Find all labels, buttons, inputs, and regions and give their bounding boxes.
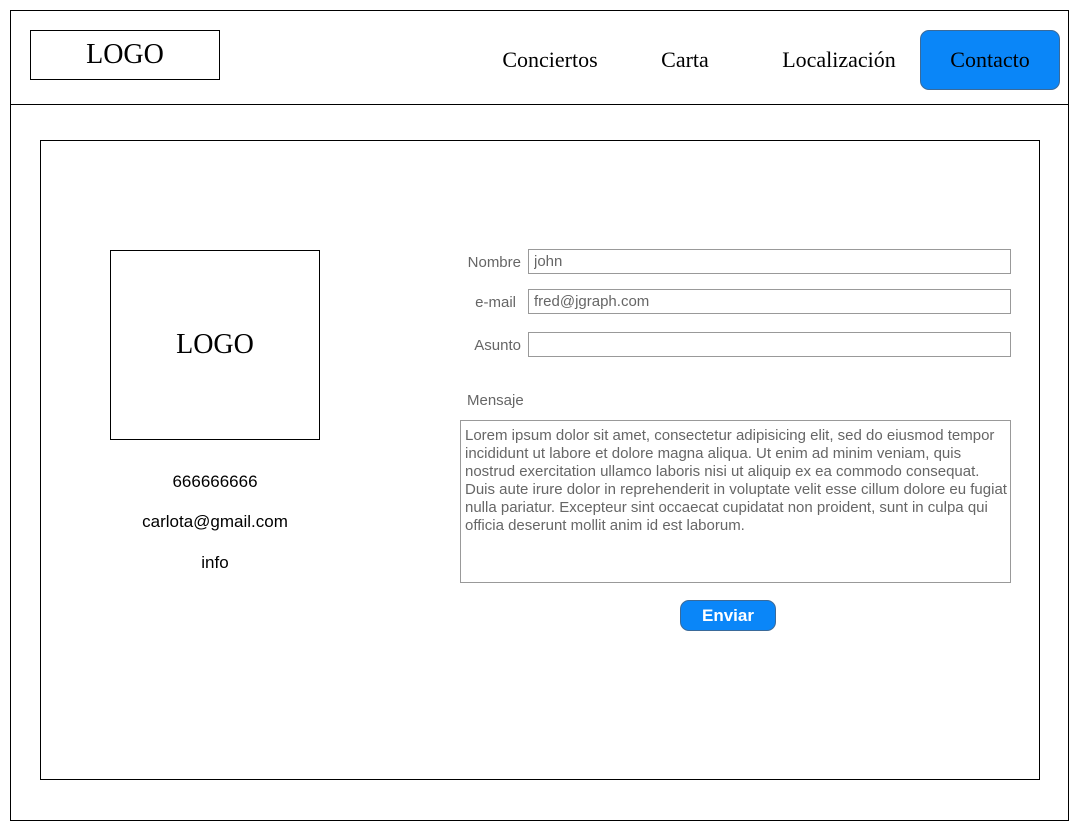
contact-logo: LOGO [110,250,320,440]
asunto-field[interactable] [528,332,1011,357]
enviar-button[interactable]: Enviar [680,600,776,631]
asunto-label: Asunto [474,337,521,354]
nombre-field[interactable] [528,249,1011,274]
nav-conciertos[interactable]: Conciertos [490,30,610,90]
email-field[interactable] [528,289,1011,314]
nav-carta[interactable]: Carta [640,30,730,90]
header-logo[interactable]: LOGO [30,30,220,80]
contact-phone: 666666666 [172,472,258,491]
mensaje-textarea[interactable]: Lorem ipsum dolor sit amet, consectetur … [460,420,1011,583]
nav-localizacion[interactable]: Localización [770,30,908,90]
nav-contacto[interactable]: Contacto [920,30,1060,90]
header-divider [10,104,1069,105]
contact-info-text: info [201,553,229,572]
mensaje-label: Mensaje [467,392,524,409]
email-label: e-mail [475,294,516,311]
contact-email: carlota@gmail.com [142,512,288,531]
nombre-label: Nombre [467,254,521,271]
